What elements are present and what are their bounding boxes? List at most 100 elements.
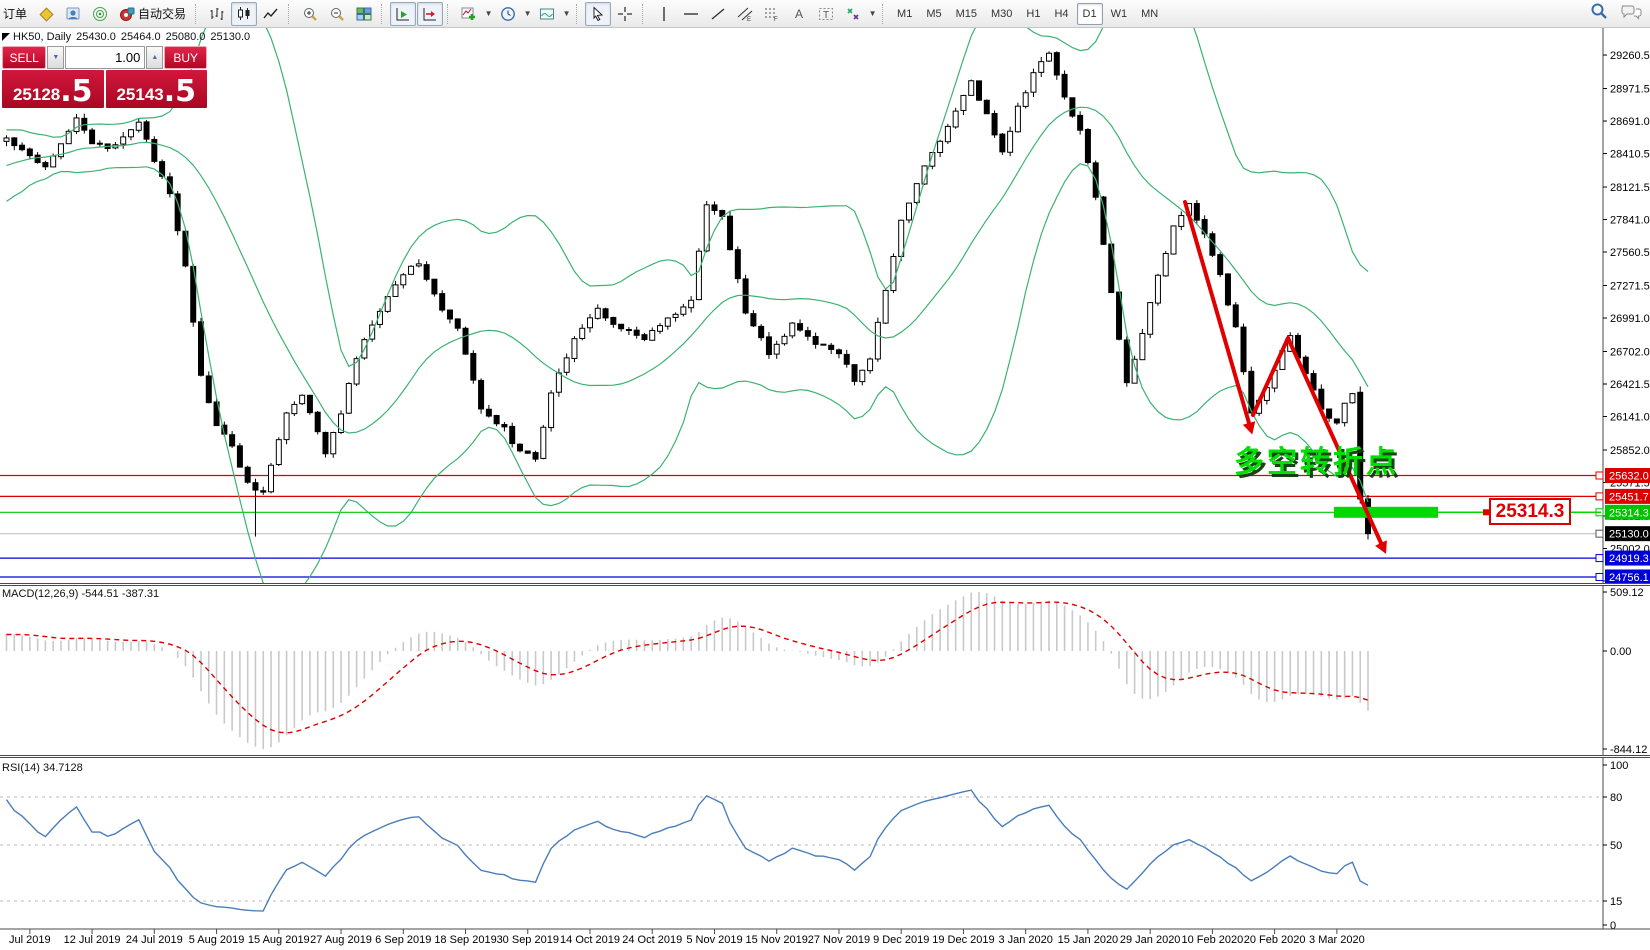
timeframe-d1[interactable]: D1 [1077,3,1103,25]
toolbar-separator [288,4,293,24]
time-axis[interactable] [0,929,1603,950]
trendline-tool[interactable] [705,2,731,26]
chart-shift-button[interactable] [417,2,443,26]
auto-scroll-button[interactable] [390,2,416,26]
periods-dropdown[interactable]: ▼ [522,3,533,25]
cursor-tool-button[interactable] [585,2,611,26]
chart-canvas[interactable]: 29260.528971.528691.028410.528121.527841… [0,0,1650,950]
timeframe-m5[interactable]: M5 [920,3,947,25]
line-chart-type-button[interactable] [258,2,284,26]
autotrade-label: 自动交易 [138,5,186,22]
label-tool[interactable]: T [813,2,839,26]
toolbar-separator [576,4,581,24]
indicators-button[interactable] [456,2,482,26]
new-order-button[interactable]: 订单 [0,2,32,26]
zoom-in-button[interactable] [297,2,323,26]
buy-price-display[interactable]: 25143.5 [106,70,208,108]
line-chart-icon [263,6,279,22]
svg-text:A: A [795,7,803,21]
tile-windows-icon [356,6,372,22]
price-callout-value: 25314.3 [1496,501,1565,523]
crosshair-icon [617,6,633,22]
toolbar-separator [195,4,200,24]
macd-rsi-separator[interactable] [0,755,1650,758]
sell-price-display[interactable]: 25128.5 [2,70,104,108]
candle-chart-type-button[interactable] [231,2,257,26]
toolbar-right [1590,2,1642,20]
candlesticks [4,51,1371,539]
accounts-button[interactable] [60,2,86,26]
sell-price-frac: .5 [60,78,92,106]
periods-button[interactable] [495,2,521,26]
crosshair-tool-button[interactable] [612,2,638,26]
cursor-arrow-icon [590,6,606,22]
toolbar-separator [882,4,887,24]
volume-increase-button[interactable]: ▲ [146,46,163,69]
new-order-label: 订单 [3,5,27,22]
buy-button[interactable]: BUY [164,46,207,69]
chat-icon[interactable] [1620,2,1642,20]
one-click-trading-panel: SELL ▼ ▲ BUY 25128.5 25143.5 [2,46,207,108]
svg-text:F: F [774,17,778,22]
bar-chart-type-button[interactable] [204,2,230,26]
zoom-out-button[interactable] [324,2,350,26]
timeframe-h4[interactable]: H4 [1048,3,1074,25]
volume-decrease-button[interactable]: ▼ [47,46,64,69]
buy-price-frac: .5 [164,78,196,106]
sell-button-label: SELL [10,51,39,65]
chart-shift-icon [422,6,438,22]
channel-tool[interactable]: E [732,2,758,26]
text-tool[interactable]: A [786,2,812,26]
timeframe-group: M1M5M15M30H1H4D1W1MN [891,3,1164,25]
template-icon [539,6,555,22]
gold-diamond-icon [38,6,54,22]
fibonacci-icon: F [764,6,780,22]
svg-text:T: T [823,10,829,21]
indicators-dropdown[interactable]: ▼ [483,3,494,25]
macd-indicator-label: MACD(12,26,9) -544.51 -387.31 [2,588,159,600]
vertical-line-icon [656,6,672,22]
sell-button[interactable]: SELL [2,46,46,69]
volume-input[interactable] [65,46,145,69]
mt4-window: { "toolbar": { "order_label": "订单", "aut… [0,0,1650,950]
vertical-line-tool[interactable] [651,2,677,26]
timeframe-m15[interactable]: M15 [950,3,983,25]
tile-windows-button[interactable] [351,2,377,26]
price-callout-box[interactable]: 25314.3 [1489,498,1571,525]
turning-point-annotation[interactable]: 多空转折点 [1234,437,1399,481]
high-value: 25464.0 [121,31,161,43]
open-value: 25430.0 [76,31,116,43]
timeframe-m1[interactable]: M1 [891,3,918,25]
toolbar-separator [381,4,386,24]
arrows-tool[interactable] [840,2,866,26]
bollinger-bands [7,0,1369,605]
trendline-icon [710,6,726,22]
search-icon[interactable] [1590,2,1608,20]
fibonacci-tool[interactable]: F [759,2,785,26]
user-icon [65,6,81,22]
timeframe-h1[interactable]: H1 [1020,3,1046,25]
sell-price-main: 25128 [13,84,60,106]
chart-header: HK50, Daily 25430.0 25464.0 25080.0 2513… [13,31,250,43]
arrows-dropdown[interactable]: ▼ [867,3,878,25]
autotrade-button[interactable]: 自动交易 [114,2,191,26]
timeframe-m30[interactable]: M30 [985,3,1018,25]
close-value: 25130.0 [210,31,250,43]
low-value: 25080.0 [166,31,206,43]
sonar-icon [92,6,108,22]
timeframe-mn[interactable]: MN [1135,3,1164,25]
signals-button[interactable] [87,2,113,26]
svg-text:E: E [747,17,751,22]
symbol-marker-icon [2,33,10,41]
horizontal-line-tool[interactable] [678,2,704,26]
templates-button[interactable] [534,2,560,26]
price-axis[interactable] [1604,28,1650,928]
text-label-icon: T [818,6,834,22]
arrows-shapes-icon [845,6,861,22]
deposit-button[interactable] [33,2,59,26]
templates-dropdown[interactable]: ▼ [561,3,572,25]
zoom-out-icon [329,6,345,22]
equidistant-channel-icon: E [737,6,753,22]
main-macd-separator[interactable] [0,583,1650,586]
timeframe-w1[interactable]: W1 [1105,3,1134,25]
